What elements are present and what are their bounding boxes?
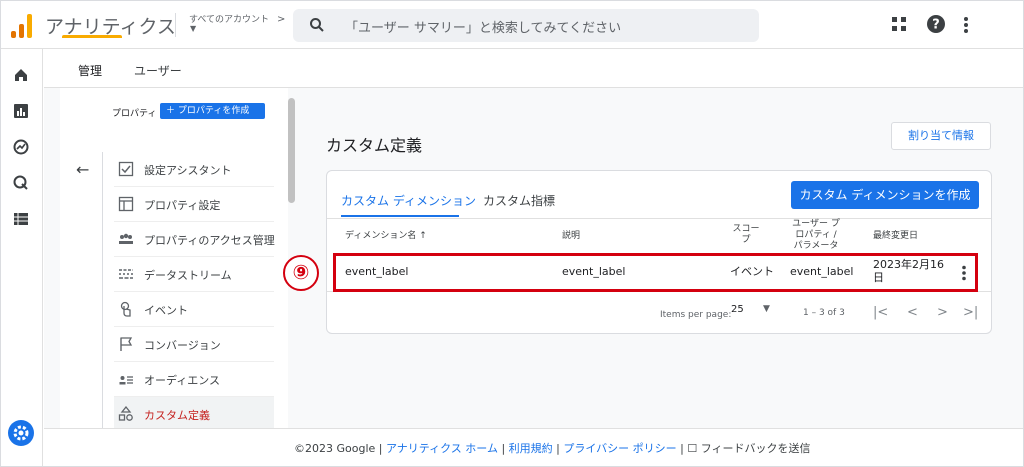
nav-item-label: プロパティ設定: [144, 199, 221, 212]
next-page-icon[interactable]: >: [937, 305, 948, 320]
help-icon[interactable]: ?: [926, 14, 946, 34]
reports-icon[interactable]: [13, 103, 29, 119]
svg-text:?: ?: [932, 18, 940, 33]
annotation-highlight-box: [333, 253, 978, 292]
people-icon: [119, 233, 133, 244]
property-nav: プロパティ ＋ プロパティを作成 ← 設定アシスタント プロパティ設定 プロパテ…: [60, 88, 288, 432]
flag-icon: [120, 337, 133, 351]
create-custom-dimension-button[interactable]: カスタム ディメンションを作成: [791, 181, 979, 209]
nav-item-property-access[interactable]: プロパティのアクセス管理: [114, 222, 275, 257]
settings-icon[interactable]: [8, 420, 34, 446]
property-label: プロパティ: [112, 109, 157, 119]
feedback-icon[interactable]: ☐: [687, 442, 697, 455]
column-header-description: 説明: [562, 231, 581, 241]
left-rail: [1, 49, 43, 466]
column-header-user-property: ユーザー プロパティ / パラメータ: [792, 219, 840, 251]
footer-link-analytics-home[interactable]: アナリティクス ホーム: [386, 442, 498, 455]
stream-icon: [119, 269, 133, 279]
apps-grid-icon[interactable]: [891, 16, 907, 32]
items-per-page-value[interactable]: 25: [731, 304, 744, 315]
annotation-step-badge: ⑨: [283, 255, 319, 291]
nav-item-data-streams[interactable]: データストリーム: [114, 257, 274, 292]
window-icon: [118, 196, 134, 212]
first-page-icon[interactable]: |<: [873, 305, 888, 320]
last-page-icon[interactable]: >|: [963, 305, 978, 320]
nav-item-label: オーディエンス: [144, 374, 221, 387]
back-arrow-icon[interactable]: ←: [76, 160, 89, 179]
footer-link-terms[interactable]: 利用規約: [509, 442, 553, 455]
admin-tab-bar: 管理 ユーザー: [44, 50, 1023, 88]
account-label: すべてのアカウント: [189, 15, 270, 25]
page-title: カスタム定義: [326, 136, 423, 155]
account-divider: [175, 13, 176, 37]
nav-divider: [102, 152, 103, 428]
footer-copyright: ©2023 Google: [294, 442, 376, 455]
pagination-range: 1 – 3 of 3: [803, 308, 845, 318]
search-bar[interactable]: 「ユーザー サマリー」と検索してみてください: [293, 9, 759, 42]
search-placeholder: 「ユーザー サマリー」と検索してみてください: [345, 21, 622, 36]
list-icon[interactable]: [13, 211, 29, 227]
nav-item-property-settings[interactable]: プロパティ設定: [114, 187, 274, 222]
items-per-page-label: Items per page:: [660, 310, 732, 320]
nav-item-label: イベント: [144, 304, 188, 317]
touch-icon: [120, 301, 131, 317]
footer-link-privacy[interactable]: プライバシー ポリシー: [563, 442, 676, 455]
nav-scrollbar[interactable]: [288, 98, 295, 203]
shapes-icon: [118, 406, 133, 421]
tab-custom-metrics[interactable]: カスタム指標: [483, 192, 555, 209]
column-header-last-modified: 最終変更日: [873, 231, 919, 241]
nav-item-label: 設定アシスタント: [144, 164, 232, 177]
tab-admin[interactable]: 管理: [78, 62, 102, 79]
nav-item-events[interactable]: イベント: [114, 292, 274, 327]
nav-item-audiences[interactable]: オーディエンス: [114, 362, 274, 397]
chevron-right-icon: >: [277, 14, 286, 25]
advertising-icon[interactable]: [13, 175, 29, 191]
footer: ©2023 Google | アナリティクス ホーム | 利用規約 | プライバ…: [44, 428, 1023, 466]
column-header-dimension-name[interactable]: ディメンション名 ↑: [345, 231, 427, 242]
assignment-info-button[interactable]: 割り当て情報: [891, 122, 991, 150]
nav-item-conversions[interactable]: コンバージョン: [114, 327, 274, 362]
footer-feedback[interactable]: フィードバックを送信: [701, 442, 811, 455]
top-bar: アナリティクス すべてのアカウント > ▼ 「ユーザー サマリー」と検索してみて…: [1, 1, 1023, 49]
audience-icon: [119, 376, 133, 385]
active-card-tab-indicator: [341, 215, 459, 217]
nav-item-custom-definitions[interactable]: カスタム定義: [114, 397, 274, 432]
nav-item-label: カスタム定義: [144, 409, 210, 422]
header-divider: [327, 218, 991, 219]
column-header-scope: スコープ: [732, 224, 760, 245]
custom-definitions-card: カスタム ディメンション カスタム指標 カスタム ディメンションを作成 ディメン…: [326, 170, 992, 334]
nav-item-setup-assistant[interactable]: 設定アシスタント: [114, 152, 274, 187]
account-selector[interactable]: すべてのアカウント > ▼: [189, 12, 285, 33]
home-icon[interactable]: [13, 67, 29, 83]
explore-icon[interactable]: [13, 139, 29, 155]
prev-page-icon[interactable]: <: [907, 305, 918, 320]
more-vert-icon[interactable]: [963, 16, 969, 34]
tab-user[interactable]: ユーザー: [134, 62, 182, 79]
nav-item-label: プロパティのアクセス管理: [144, 234, 275, 247]
dropdown-arrow-icon[interactable]: ▼: [763, 304, 770, 314]
tab-custom-dimensions[interactable]: カスタム ディメンション: [341, 192, 476, 209]
dropdown-arrow-icon: ▼: [190, 24, 197, 33]
search-icon: [310, 18, 324, 32]
analytics-logo-icon[interactable]: [11, 14, 33, 38]
create-property-button[interactable]: ＋ プロパティを作成: [160, 103, 265, 119]
checklist-icon: [118, 161, 134, 177]
nav-item-label: データストリーム: [144, 269, 232, 282]
footer-text: ©2023 Google | アナリティクス ホーム | 利用規約 | プライバ…: [294, 442, 811, 455]
active-tab-indicator: [62, 35, 122, 38]
nav-item-label: コンバージョン: [144, 339, 221, 352]
